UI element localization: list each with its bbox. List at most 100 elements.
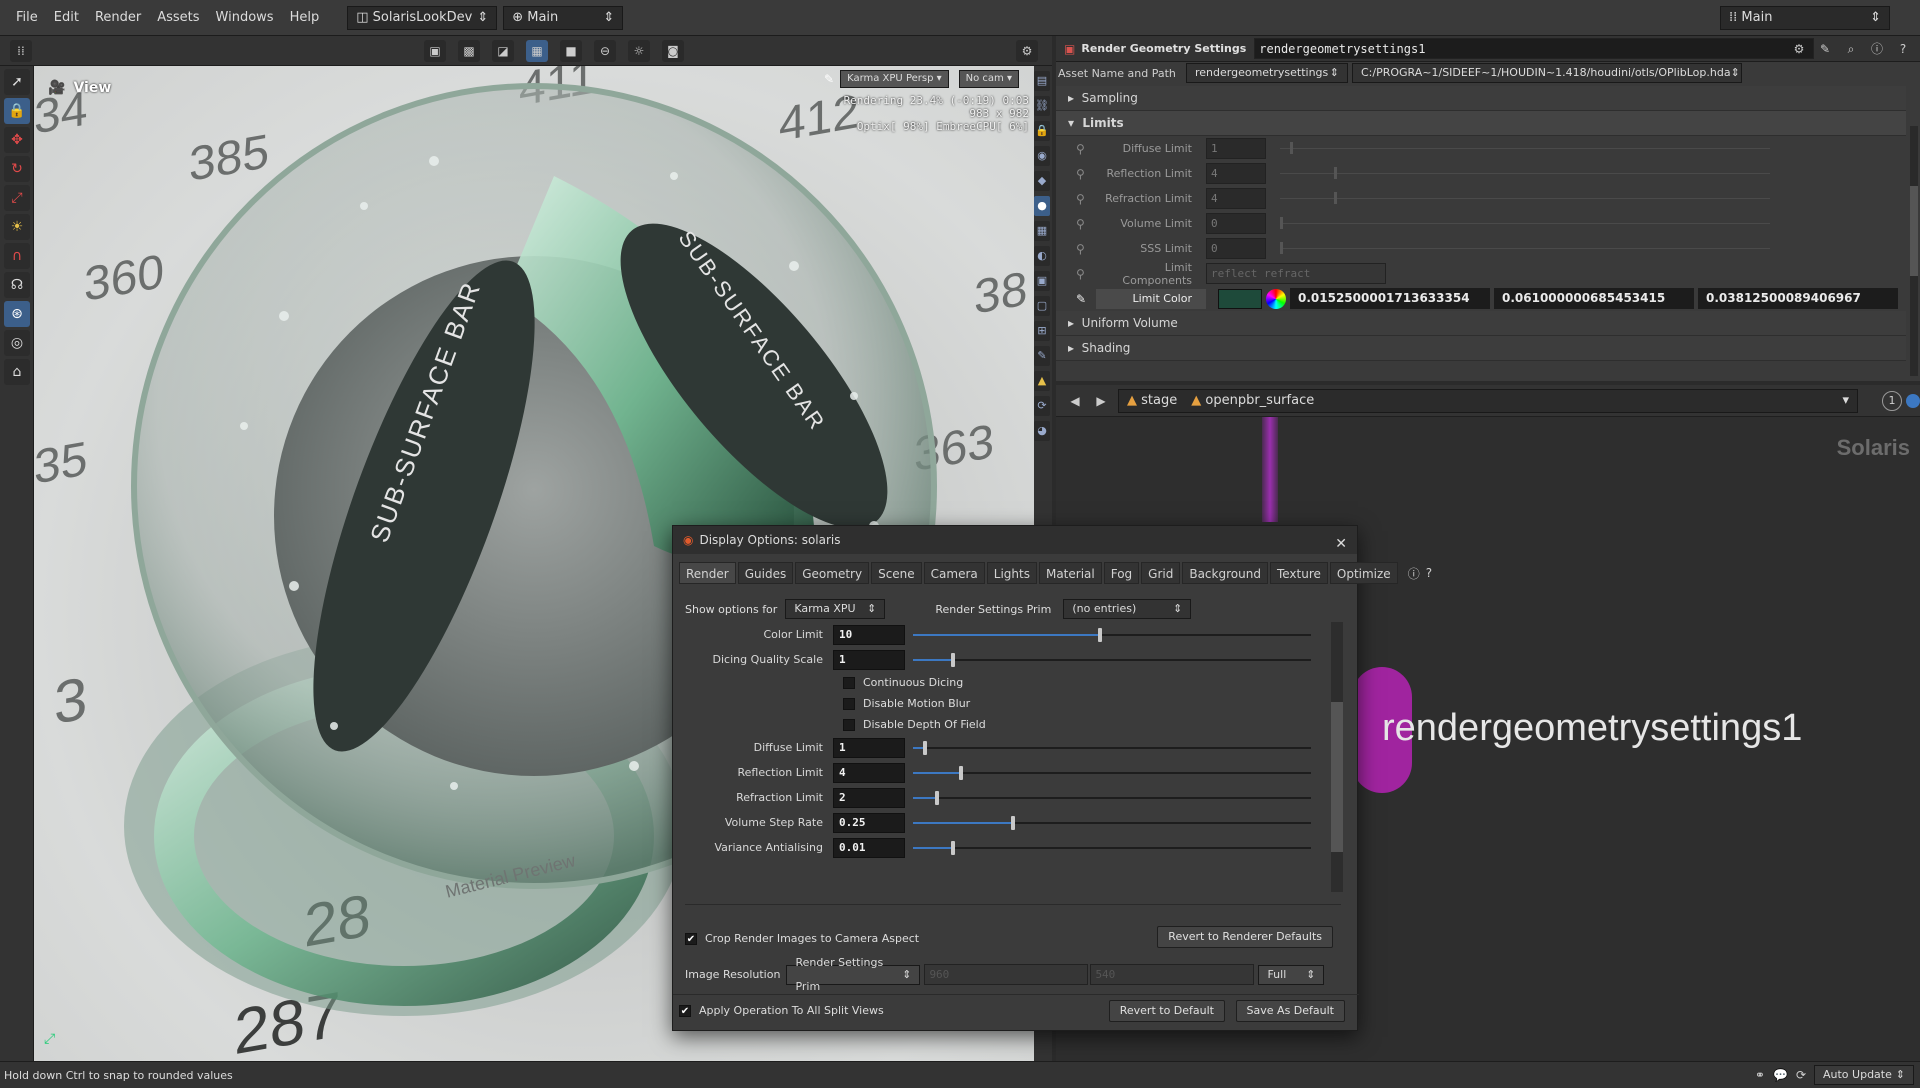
res-height-field[interactable]: 540 — [1090, 964, 1255, 985]
section-sampling[interactable]: ▸ Sampling — [1056, 86, 1906, 111]
field-value[interactable]: 0.25 — [833, 812, 905, 833]
gear-icon[interactable]: ⚙ — [1016, 40, 1038, 62]
revert-renderer-button[interactable]: Revert to Renderer Defaults — [1157, 926, 1333, 948]
menu-edit[interactable]: Edit — [46, 0, 87, 36]
bulb-icon[interactable]: ● — [1034, 196, 1050, 216]
scroll-thumb[interactable] — [1910, 186, 1918, 276]
slider-thumb[interactable] — [950, 840, 955, 855]
asset-name-menu[interactable]: rendergeometrysettings ⇕ — [1186, 63, 1348, 83]
section-uniform-volume[interactable]: ▸ Uniform Volume — [1056, 311, 1906, 336]
camera-tool-icon[interactable]: ⌂ — [4, 359, 30, 385]
scale-icon[interactable]: ⤢ — [4, 185, 30, 211]
menu-render[interactable]: Render — [87, 0, 149, 36]
lock-view-icon[interactable]: 🔒 — [1034, 121, 1050, 141]
field-slider[interactable] — [913, 625, 1311, 645]
field-slider[interactable] — [913, 838, 1311, 858]
checkbox[interactable] — [843, 718, 855, 731]
menu-help[interactable]: Help — [282, 0, 328, 36]
field-value[interactable]: 1 — [833, 737, 905, 758]
forward-icon[interactable]: ▶ — [1090, 390, 1112, 412]
network-path[interactable]: ▲ stage ▲ openpbr_surface ▾ — [1118, 388, 1858, 413]
warn-icon[interactable]: ▲ — [1034, 371, 1050, 391]
menu-assets[interactable]: Assets — [149, 0, 207, 36]
slider-thumb[interactable] — [1010, 815, 1015, 830]
field-slider[interactable] — [913, 763, 1311, 783]
field-slider[interactable] — [913, 788, 1311, 808]
field-value[interactable]: 2 — [833, 787, 905, 808]
rotate-icon[interactable]: ↻ — [4, 156, 30, 182]
pen-icon[interactable]: ✎ — [1076, 292, 1096, 306]
eye-icon[interactable]: ◐ — [1034, 246, 1050, 266]
revert-default-button[interactable]: Revert to Default — [1108, 1000, 1225, 1022]
page-indicator[interactable]: 1 — [1882, 390, 1902, 411]
help-icon[interactable]: ? — [1892, 38, 1914, 60]
light-tool-icon[interactable]: ☀ — [4, 214, 30, 240]
checkbox[interactable] — [843, 697, 855, 710]
limit-slider[interactable] — [1280, 167, 1770, 179]
scroll-thumb[interactable] — [1331, 702, 1343, 852]
box-icon[interactable]: ■ — [560, 39, 582, 62]
frame-icon[interactable]: ▣ — [1034, 271, 1050, 291]
slider-thumb[interactable] — [1289, 142, 1293, 154]
tab-background[interactable]: Background — [1182, 562, 1268, 584]
limit-components-field[interactable]: reflect refract — [1206, 263, 1386, 284]
checkbox[interactable] — [843, 676, 855, 689]
limit-field[interactable]: 0 — [1206, 213, 1266, 234]
limit-field[interactable]: 4 — [1206, 188, 1266, 209]
field-slider[interactable] — [913, 813, 1311, 833]
slider-thumb[interactable] — [1333, 167, 1337, 179]
tab-camera[interactable]: Camera — [923, 562, 985, 584]
grid-menu-icon[interactable]: ⁞⁞ — [10, 39, 32, 62]
node-label[interactable]: rendergeometrysettings1 — [1382, 707, 1802, 750]
brush-icon[interactable]: ✎ — [1814, 38, 1836, 60]
limit-field[interactable]: 1 — [1206, 138, 1266, 159]
target-icon[interactable]: ◉ — [1034, 146, 1050, 166]
save-default-button[interactable]: Save As Default — [1235, 1000, 1345, 1022]
limit-slider[interactable] — [1280, 192, 1770, 204]
disabled-icon[interactable]: ⊖ — [594, 39, 616, 62]
tab-guides[interactable]: Guides — [737, 562, 794, 584]
field-slider[interactable] — [913, 738, 1311, 758]
search-icon[interactable]: ⌕ — [1840, 38, 1862, 60]
renderer-menu[interactable]: Karma XPU Persp ▾ — [840, 70, 949, 88]
limit-slider[interactable] — [1280, 242, 1770, 254]
context-selector[interactable]: ⊕ Main ⇕ — [503, 5, 624, 30]
camera-menu[interactable]: No cam ▾ — [958, 70, 1020, 88]
snapshot-icon[interactable]: ◙ — [662, 39, 684, 62]
slider-thumb[interactable] — [958, 765, 963, 780]
move-icon[interactable]: ✥ — [4, 127, 30, 153]
limit-color-r[interactable]: 0.0152500001713633354 — [1290, 288, 1490, 309]
refresh-icon[interactable]: ⟳ — [1796, 1068, 1806, 1082]
handle-icon[interactable]: ⊛ — [4, 301, 30, 327]
slider-thumb[interactable] — [1280, 242, 1283, 254]
slider-thumb[interactable] — [922, 740, 927, 755]
menu-windows[interactable]: Windows — [208, 0, 282, 36]
picture-icon[interactable]: ▢ — [1034, 296, 1050, 316]
wireframe-icon[interactable]: ▣ — [424, 39, 446, 62]
sync-dot-icon[interactable] — [1906, 393, 1920, 408]
slider-thumb[interactable] — [1333, 192, 1337, 204]
slider-thumb[interactable] — [950, 652, 955, 667]
diamond-icon[interactable]: ◆ — [1034, 171, 1050, 191]
color-icon[interactable]: ◕ — [1034, 421, 1050, 441]
right-context-selector[interactable]: ⁞⁞ Main ⇕ — [1720, 6, 1890, 30]
slider-thumb[interactable] — [1280, 217, 1283, 229]
limit-slider[interactable] — [1280, 217, 1770, 229]
field-value[interactable]: 0.01 — [833, 837, 905, 858]
auto-update-menu[interactable]: Auto Update ⇕ — [1814, 1065, 1914, 1085]
shaded-icon[interactable]: ▩ — [458, 39, 480, 62]
info-icon[interactable]: ⓘ — [1408, 565, 1420, 582]
section-shading[interactable]: ▸ Shading — [1056, 336, 1906, 361]
select-icon[interactable]: ➚ — [4, 69, 30, 95]
lock-icon[interactable]: 🔒 — [4, 98, 30, 124]
show-options-menu[interactable]: Karma XPU ⇕ — [785, 599, 886, 619]
asset-path-menu[interactable]: C:/PROGRA~1/SIDEEF~1/HOUDIN~1.418/houdin… — [1352, 63, 1742, 83]
tab-material[interactable]: Material — [1038, 562, 1102, 584]
tab-lights[interactable]: Lights — [986, 562, 1037, 584]
path-stage[interactable]: stage — [1141, 389, 1177, 413]
limit-color-g[interactable]: 0.061000000685453415 — [1494, 288, 1694, 309]
gear-icon[interactable]: ⚙ — [1788, 38, 1810, 60]
view-icon[interactable]: ◎ — [4, 330, 30, 356]
light-icon[interactable]: ☼ — [628, 39, 650, 62]
layers-icon[interactable]: ▤ — [1034, 71, 1050, 91]
